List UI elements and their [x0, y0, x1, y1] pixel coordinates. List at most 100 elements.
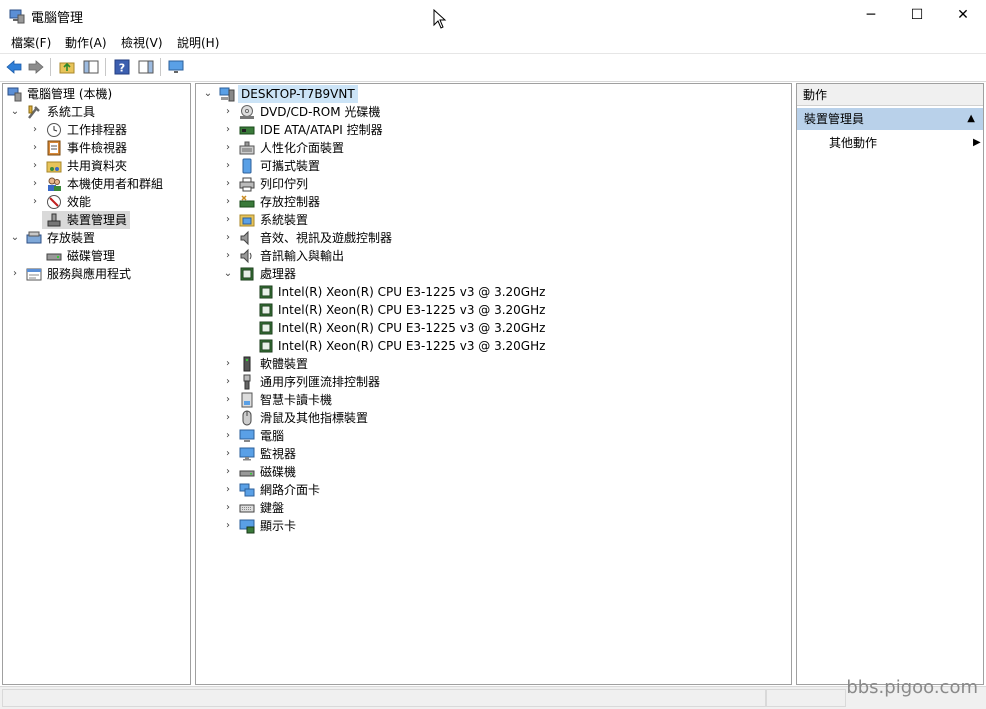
menu-file[interactable]: 檔案(F): [11, 34, 51, 51]
monitor-scan-icon[interactable]: [167, 58, 185, 76]
tree-label: 監視器: [260, 447, 297, 461]
status-cell: [2, 689, 766, 707]
tree-item-cpu[interactable]: Intel(R) Xeon(R) CPU E3-1225 v3 @ 3.20GH…: [198, 283, 598, 301]
tree-item-root[interactable]: 電腦管理 (本機): [5, 85, 190, 103]
chevron-right-icon[interactable]: ›: [223, 175, 233, 193]
menu-action[interactable]: 動作(A): [65, 34, 107, 51]
maximize-button[interactable]: ☐: [894, 0, 940, 31]
chevron-right-icon[interactable]: ›: [223, 121, 233, 139]
chevron-right-icon[interactable]: ›: [223, 409, 233, 427]
storage-controller-icon: [239, 195, 255, 208]
tree-item-print-queues[interactable]: › 列印佇列: [198, 175, 598, 193]
computer-icon: [219, 87, 235, 102]
show-action-pane-icon[interactable]: [137, 58, 155, 76]
tree-item-performance[interactable]: › 效能: [5, 193, 190, 211]
tree-item-device-manager[interactable]: 裝置管理員: [42, 211, 130, 229]
chevron-down-icon[interactable]: ⌄: [203, 85, 213, 103]
more-actions-item[interactable]: 其他動作 ▶: [829, 134, 981, 152]
chevron-right-icon[interactable]: ›: [223, 391, 233, 409]
chevron-right-icon[interactable]: ›: [223, 247, 233, 265]
chevron-right-icon[interactable]: ›: [223, 229, 233, 247]
tree-item-disk-management[interactable]: 磁碟管理: [5, 247, 190, 265]
chevron-down-icon[interactable]: ⌄: [10, 103, 20, 121]
tree-item-task-scheduler[interactable]: › 工作排程器: [5, 121, 190, 139]
tree-item-local-users[interactable]: › 本機使用者和群組: [5, 175, 190, 193]
tree-item-display-adapters[interactable]: › 顯示卡: [198, 517, 598, 535]
tree-label: DVD/CD-ROM 光碟機: [260, 105, 381, 119]
chevron-right-icon[interactable]: ›: [223, 103, 233, 121]
chevron-right-icon[interactable]: ›: [223, 157, 233, 175]
show-hide-tree-icon[interactable]: [82, 58, 100, 76]
chevron-right-icon[interactable]: ›: [30, 193, 40, 211]
tree-item-cpu[interactable]: Intel(R) Xeon(R) CPU E3-1225 v3 @ 3.20GH…: [198, 301, 598, 319]
tree-label: Intel(R) Xeon(R) CPU E3-1225 v3 @ 3.20GH…: [278, 285, 546, 299]
tree-item-event-viewer[interactable]: › 事件檢視器: [5, 139, 190, 157]
tree-item-services[interactable]: › 服務與應用程式: [5, 265, 190, 283]
tree-item-audio-io[interactable]: › 音訊輸入與輸出: [198, 247, 598, 265]
tree-item-dvd-rom[interactable]: › DVD/CD-ROM 光碟機: [198, 103, 598, 121]
tree-item-storage-controllers[interactable]: › 存放控制器: [198, 193, 598, 211]
chevron-right-icon[interactable]: ›: [223, 373, 233, 391]
tree-item-ide-controller[interactable]: › IDE ATA/ATAPI 控制器: [198, 121, 598, 139]
chevron-right-icon[interactable]: ›: [223, 355, 233, 373]
chevron-right-icon[interactable]: ›: [30, 139, 40, 157]
tree-label: 智慧卡讀卡機: [260, 393, 333, 407]
tree-item-software-devices[interactable]: › 軟體裝置: [198, 355, 598, 373]
tree-item-disk-drives[interactable]: › 磁碟機: [198, 463, 598, 481]
tree-label: Intel(R) Xeon(R) CPU E3-1225 v3 @ 3.20GH…: [278, 339, 546, 353]
chevron-right-icon[interactable]: ›: [223, 193, 233, 211]
chevron-down-icon[interactable]: ⌄: [223, 265, 233, 283]
tree-item-system-tools[interactable]: ⌄ 系統工具: [5, 103, 190, 121]
smart-card-reader-icon: [241, 392, 253, 408]
chevron-right-icon[interactable]: ›: [30, 157, 40, 175]
tree-item-monitors[interactable]: › 監視器: [198, 445, 598, 463]
chevron-right-icon[interactable]: ›: [223, 463, 233, 481]
chevron-right-icon[interactable]: ›: [223, 481, 233, 499]
chevron-right-icon[interactable]: ›: [223, 427, 233, 445]
tree-item-usb-controllers[interactable]: › 通用序列匯流排控制器: [198, 373, 598, 391]
tree-item-portable-devices[interactable]: › 可攜式裝置: [198, 157, 598, 175]
tree-label: Intel(R) Xeon(R) CPU E3-1225 v3 @ 3.20GH…: [278, 303, 546, 317]
menu-help[interactable]: 說明(H): [177, 34, 219, 51]
tree-item-smart-card-readers[interactable]: › 智慧卡讀卡機: [198, 391, 598, 409]
collapse-up-icon[interactable]: ▲: [967, 108, 975, 130]
help-icon[interactable]: ?: [113, 58, 131, 76]
chevron-down-icon[interactable]: ⌄: [10, 229, 20, 247]
tree-item-system-devices[interactable]: › 系統裝置: [198, 211, 598, 229]
processor-icon: [259, 303, 273, 317]
chevron-right-icon[interactable]: ›: [30, 175, 40, 193]
actions-section-device-manager[interactable]: 裝置管理員 ▲: [797, 108, 983, 130]
menu-view[interactable]: 檢視(V): [121, 34, 163, 51]
computer-management-icon: [7, 87, 22, 102]
chevron-right-icon[interactable]: ›: [30, 121, 40, 139]
chevron-right-icon[interactable]: ›: [223, 499, 233, 517]
toolbar-separator: [50, 58, 51, 76]
close-button[interactable]: ✕: [940, 0, 986, 31]
computer-management-icon: [9, 9, 25, 24]
tree-item-cpu[interactable]: Intel(R) Xeon(R) CPU E3-1225 v3 @ 3.20GH…: [198, 337, 598, 355]
chevron-right-icon[interactable]: ›: [223, 139, 233, 157]
tree-item-computer-root[interactable]: ⌄ DESKTOP-T7B9VNT: [198, 85, 598, 103]
chevron-right-icon[interactable]: ›: [223, 211, 233, 229]
back-arrow-icon[interactable]: [5, 58, 23, 76]
chevron-right-icon[interactable]: ›: [223, 517, 233, 535]
up-folder-icon[interactable]: [58, 58, 76, 76]
tree-item-sound-controllers[interactable]: › 音效、視訊及遊戲控制器: [198, 229, 598, 247]
tree-label: IDE ATA/ATAPI 控制器: [260, 123, 383, 137]
tree-item-shared-folders[interactable]: › 共用資料夾: [5, 157, 190, 175]
chevron-right-icon[interactable]: ›: [10, 265, 20, 283]
minimize-button[interactable]: ─: [848, 0, 894, 31]
tree-item-hid[interactable]: › 人性化介面裝置: [198, 139, 598, 157]
tree-item-storage[interactable]: ⌄ 存放裝置: [5, 229, 190, 247]
tree-item-cpu[interactable]: Intel(R) Xeon(R) CPU E3-1225 v3 @ 3.20GH…: [198, 319, 598, 337]
tree-label: 服務與應用程式: [47, 267, 132, 281]
tree-item-mice[interactable]: › 滑鼠及其他指標裝置: [198, 409, 598, 427]
tree-item-keyboards[interactable]: › 鍵盤: [198, 499, 598, 517]
tree-item-network-adapters[interactable]: › 網路介面卡: [198, 481, 598, 499]
users-icon: [48, 177, 61, 191]
device-tree-pane: ⌄ DESKTOP-T7B9VNT › DVD/CD-ROM 光碟機 › IDE…: [195, 83, 792, 685]
chevron-right-icon[interactable]: ›: [223, 445, 233, 463]
forward-arrow-icon[interactable]: [27, 58, 45, 76]
tree-item-processors[interactable]: ⌄ 處理器: [198, 265, 598, 283]
tree-item-computer[interactable]: › 電腦: [198, 427, 598, 445]
